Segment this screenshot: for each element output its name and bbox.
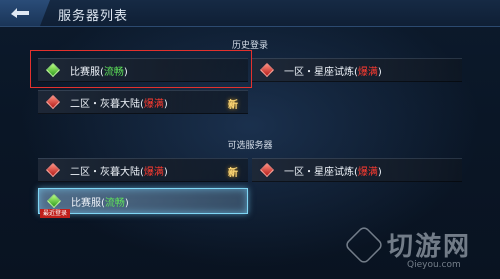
server-status: 爆满 bbox=[143, 98, 164, 110]
server-row-available-zone2[interactable]: 二区・灰暮大陆(爆满) 新 bbox=[38, 158, 248, 182]
recent-login-tag: 最近登录 bbox=[40, 209, 71, 218]
server-gem-icon bbox=[46, 193, 62, 209]
watermark-url: Qieyou.com bbox=[407, 260, 461, 270]
server-gem-icon bbox=[45, 62, 61, 78]
back-arrow-icon bbox=[11, 8, 29, 18]
server-gem-icon bbox=[259, 62, 275, 78]
server-name: 比赛服(流畅) bbox=[70, 66, 128, 78]
server-gem-icon bbox=[45, 94, 61, 110]
server-gem-icon bbox=[45, 162, 61, 178]
server-row-history-competition[interactable]: 比赛服(流畅) bbox=[38, 58, 248, 82]
server-row-history-zone2[interactable]: 二区・灰暮大陆(爆满) 新 bbox=[38, 90, 248, 114]
server-row-available-zone1[interactable]: 一区・星座试炼(爆满) bbox=[252, 158, 462, 182]
server-row-history-zone1[interactable]: 一区・星座试炼(爆满) bbox=[252, 58, 462, 82]
server-name: 一区・星座试炼(爆满) bbox=[284, 66, 382, 78]
server-status: 流畅 bbox=[103, 66, 124, 78]
watermark-text: 切游网 bbox=[387, 232, 472, 262]
server-gem-icon bbox=[259, 162, 275, 178]
server-status: 流畅 bbox=[104, 197, 125, 209]
server-name: 二区・灰暮大陆(爆满) bbox=[70, 98, 168, 110]
server-name: 二区・灰暮大陆(爆满) bbox=[70, 166, 168, 178]
server-name: 一区・星座试炼(爆满) bbox=[284, 166, 382, 178]
watermark-logo-icon bbox=[343, 224, 385, 266]
available-section-title: 可选服务器 bbox=[227, 141, 273, 151]
new-badge: 新 bbox=[228, 100, 238, 111]
server-status: 爆满 bbox=[357, 66, 378, 78]
new-badge: 新 bbox=[228, 168, 238, 179]
server-name: 比赛服(流畅) bbox=[71, 197, 129, 209]
server-status: 爆满 bbox=[143, 166, 164, 178]
back-button[interactable] bbox=[0, 0, 50, 26]
server-status: 爆满 bbox=[357, 166, 378, 178]
page-title: 服务器列表 bbox=[58, 9, 129, 24]
watermark: 切游网 Qieyou.com bbox=[343, 222, 495, 276]
top-bar: 服务器列表 bbox=[0, 0, 500, 27]
